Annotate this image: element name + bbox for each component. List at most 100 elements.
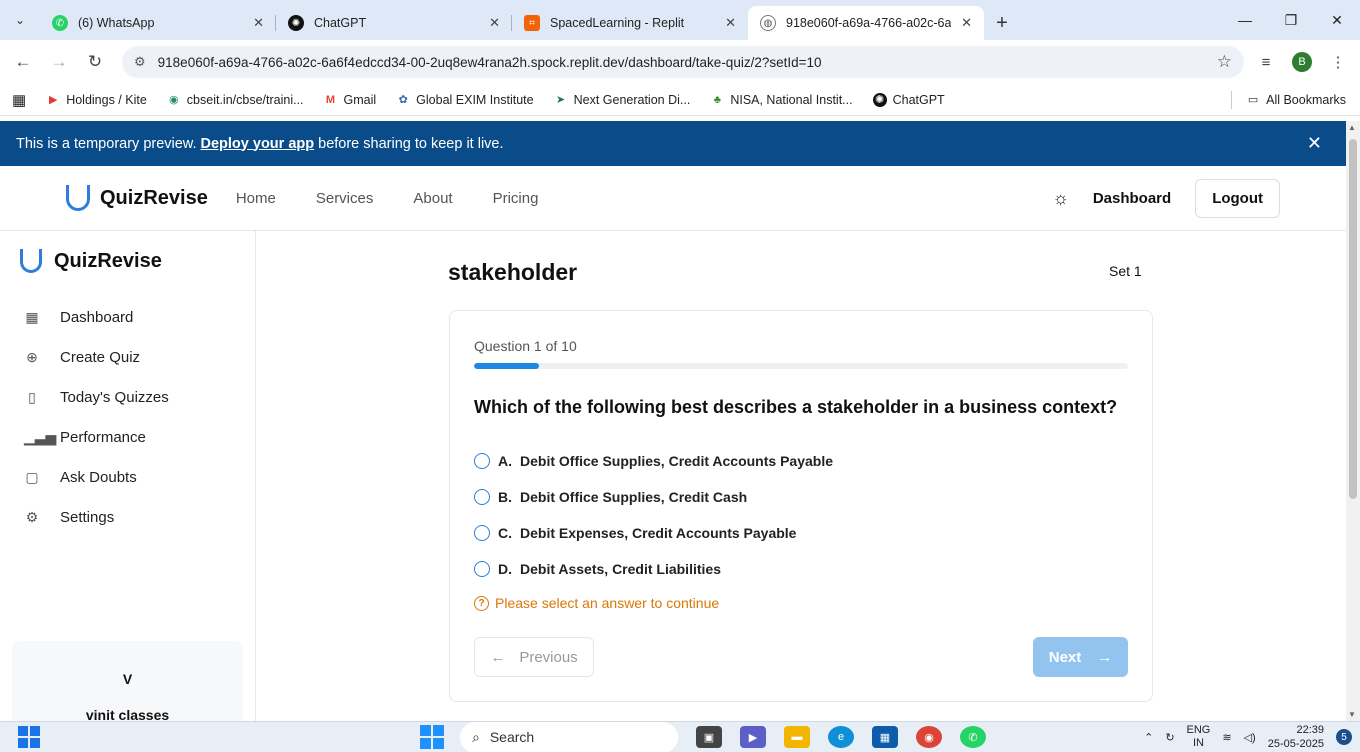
arrow-left-icon: ←: [490, 648, 506, 666]
sidebar-item-performance[interactable]: ▁▃▅ Performance: [0, 417, 255, 457]
previous-button[interactable]: ← Previous: [474, 637, 594, 677]
sidebar-item-create-quiz[interactable]: ⊕ Create Quiz: [0, 337, 255, 377]
nav-pricing[interactable]: Pricing: [493, 190, 539, 207]
option-letter: C.: [498, 525, 512, 541]
option-a[interactable]: A. Debit Office Supplies, Credit Account…: [474, 443, 833, 479]
question-text: Which of the following best describes a …: [474, 397, 1118, 417]
tab-close-icon[interactable]: ✕: [253, 15, 264, 31]
sync-icon[interactable]: ↻: [1165, 731, 1174, 744]
site-info-icon[interactable]: ⚙: [134, 54, 146, 70]
tab-search-chevron-icon[interactable]: ⌄: [0, 0, 40, 40]
book-icon: ▯: [28, 388, 36, 405]
bookmark-star-icon[interactable]: ☆: [1217, 52, 1232, 72]
browser-tab-active[interactable]: ◍ 918e060f-a69a-4766-a02c-6a6f ✕: [748, 6, 984, 40]
scroll-up-icon[interactable]: ▲: [1348, 123, 1356, 132]
brand-logo[interactable]: QuizRevise: [66, 185, 208, 211]
radio-button[interactable]: [474, 489, 490, 505]
whatsapp-taskbar-icon[interactable]: ✆: [960, 726, 986, 748]
widgets-icon[interactable]: [18, 726, 40, 748]
tab-close-icon[interactable]: ✕: [725, 15, 736, 31]
new-tab-plus-icon[interactable]: +: [984, 6, 1020, 40]
bookmark-item[interactable]: ♣ NISA, National Instit...: [710, 93, 853, 107]
windows-taskbar: ⌕ Search ▣ ▶ ▬ e ▦ ◉ ✆ ⌃ ↻ ENG IN ≋ ◁) 2…: [0, 721, 1360, 752]
browser-tab-chatgpt[interactable]: ✺ ChatGPT ✕: [276, 6, 512, 40]
set-label: Set 1: [1109, 263, 1142, 279]
browser-tab-whatsapp[interactable]: ✆ (6) WhatsApp ✕: [40, 6, 276, 40]
sun-icon[interactable]: ☼: [1052, 188, 1069, 209]
radio-button[interactable]: [474, 561, 490, 577]
bookmark-item[interactable]: ➤ Next Generation Di...: [554, 93, 690, 107]
tab-close-icon[interactable]: ✕: [489, 15, 500, 31]
nav-home[interactable]: Home: [236, 190, 276, 207]
logout-button[interactable]: Logout: [1195, 178, 1280, 218]
wifi-icon[interactable]: ≋: [1222, 731, 1231, 744]
next-button[interactable]: Next →: [1033, 637, 1128, 677]
scroll-down-icon[interactable]: ▼: [1348, 710, 1356, 719]
file-explorer-icon[interactable]: ▬: [784, 726, 810, 748]
option-letter: D.: [498, 561, 512, 577]
sidebar-brand[interactable]: QuizRevise: [0, 231, 255, 291]
apps-grid-icon[interactable]: ▦: [12, 91, 26, 109]
close-window-icon[interactable]: ✕: [1314, 0, 1360, 40]
profile-avatar[interactable]: B: [1292, 52, 1312, 72]
validation-text: Please select an answer to continue: [495, 595, 720, 611]
sidebar-item-todays-quizzes[interactable]: ▯ Today's Quizzes: [0, 377, 255, 417]
gear-icon: ⚙: [25, 508, 39, 525]
forward-arrow-icon[interactable]: →: [44, 47, 74, 77]
grid-icon: ▦: [25, 308, 39, 325]
clock[interactable]: 22:39 25-05-2025: [1268, 723, 1324, 751]
media-control-icon[interactable]: ≡: [1252, 48, 1280, 76]
reload-icon[interactable]: ↻: [80, 47, 110, 77]
option-d[interactable]: D. Debit Assets, Credit Liabilities: [474, 551, 833, 587]
dashboard-link[interactable]: Dashboard: [1093, 190, 1171, 207]
windows-start-icon[interactable]: [420, 725, 444, 749]
address-bar: ← → ↻ ⚙ 918e060f-a69a-4766-a02c-6a6f4edc…: [0, 40, 1360, 84]
url-text: 918e060f-a69a-4766-a02c-6a6f4edccd34-00-…: [157, 54, 822, 70]
preview-banner: This is a temporary preview. Deploy your…: [0, 121, 1346, 166]
option-b[interactable]: B. Debit Office Supplies, Credit Cash: [474, 479, 833, 515]
taskbar-search[interactable]: ⌕ Search: [460, 721, 678, 752]
store-icon[interactable]: ▦: [872, 726, 898, 748]
notification-badge[interactable]: 5: [1336, 729, 1352, 745]
bookmark-item[interactable]: ✺ ChatGPT: [872, 92, 945, 107]
restore-icon[interactable]: ❐: [1268, 0, 1314, 40]
radio-button[interactable]: [474, 453, 490, 469]
bookmark-item[interactable]: ◉ cbseit.in/cbse/traini...: [167, 93, 304, 107]
sidebar-item-dashboard[interactable]: ▦ Dashboard: [0, 297, 255, 337]
meet-icon[interactable]: ▶: [740, 726, 766, 748]
help-circle-icon: ?: [474, 595, 489, 611]
nav-about[interactable]: About: [413, 190, 452, 207]
scroll-thumb[interactable]: [1349, 139, 1357, 499]
banner-text-suffix: before sharing to keep it live.: [318, 135, 504, 152]
url-field[interactable]: ⚙ 918e060f-a69a-4766-a02c-6a6f4edccd34-0…: [122, 46, 1244, 78]
nav-services[interactable]: Services: [316, 190, 374, 207]
edge-icon[interactable]: e: [828, 726, 854, 748]
browser-tab-replit[interactable]: ⌗ SpacedLearning - Replit ✕: [512, 6, 748, 40]
page-scrollbar[interactable]: ▲ ▼: [1346, 121, 1360, 721]
chrome-icon[interactable]: ◉: [916, 726, 942, 748]
user-card[interactable]: V vinit classes: [12, 641, 243, 731]
gmail-icon: M: [325, 93, 336, 106]
language-bottom: IN: [1192, 737, 1204, 749]
previous-label: Previous: [519, 648, 578, 666]
kebab-menu-icon[interactable]: ⋮: [1324, 48, 1352, 76]
close-icon[interactable]: ✕: [1307, 133, 1322, 154]
back-arrow-icon[interactable]: ←: [8, 47, 38, 77]
language-indicator[interactable]: ENG IN: [1187, 724, 1211, 750]
deploy-link[interactable]: Deploy your app: [201, 136, 315, 152]
radio-button[interactable]: [474, 525, 490, 541]
bookmark-item[interactable]: ✿ Global EXIM Institute: [396, 93, 534, 107]
all-bookmarks[interactable]: ▭ All Bookmarks: [1246, 93, 1346, 107]
task-view-icon[interactable]: ▣: [696, 726, 722, 748]
progress-fill: [474, 363, 540, 369]
chevron-up-icon[interactable]: ⌃: [1144, 731, 1153, 744]
sidebar-item-settings[interactable]: ⚙ Settings: [0, 497, 255, 537]
bookmark-item[interactable]: M Gmail: [324, 93, 376, 107]
option-c[interactable]: C. Debit Expenses, Credit Accounts Payab…: [474, 515, 833, 551]
tab-close-icon[interactable]: ✕: [961, 15, 972, 31]
sidebar-item-ask-doubts[interactable]: ▢ Ask Doubts: [0, 457, 255, 497]
bookmark-item[interactable]: ▶ Holdings / Kite: [46, 93, 147, 107]
volume-icon[interactable]: ◁): [1244, 731, 1256, 744]
minimize-icon[interactable]: —: [1222, 0, 1268, 40]
sidebar-item-label: Ask Doubts: [60, 468, 137, 486]
